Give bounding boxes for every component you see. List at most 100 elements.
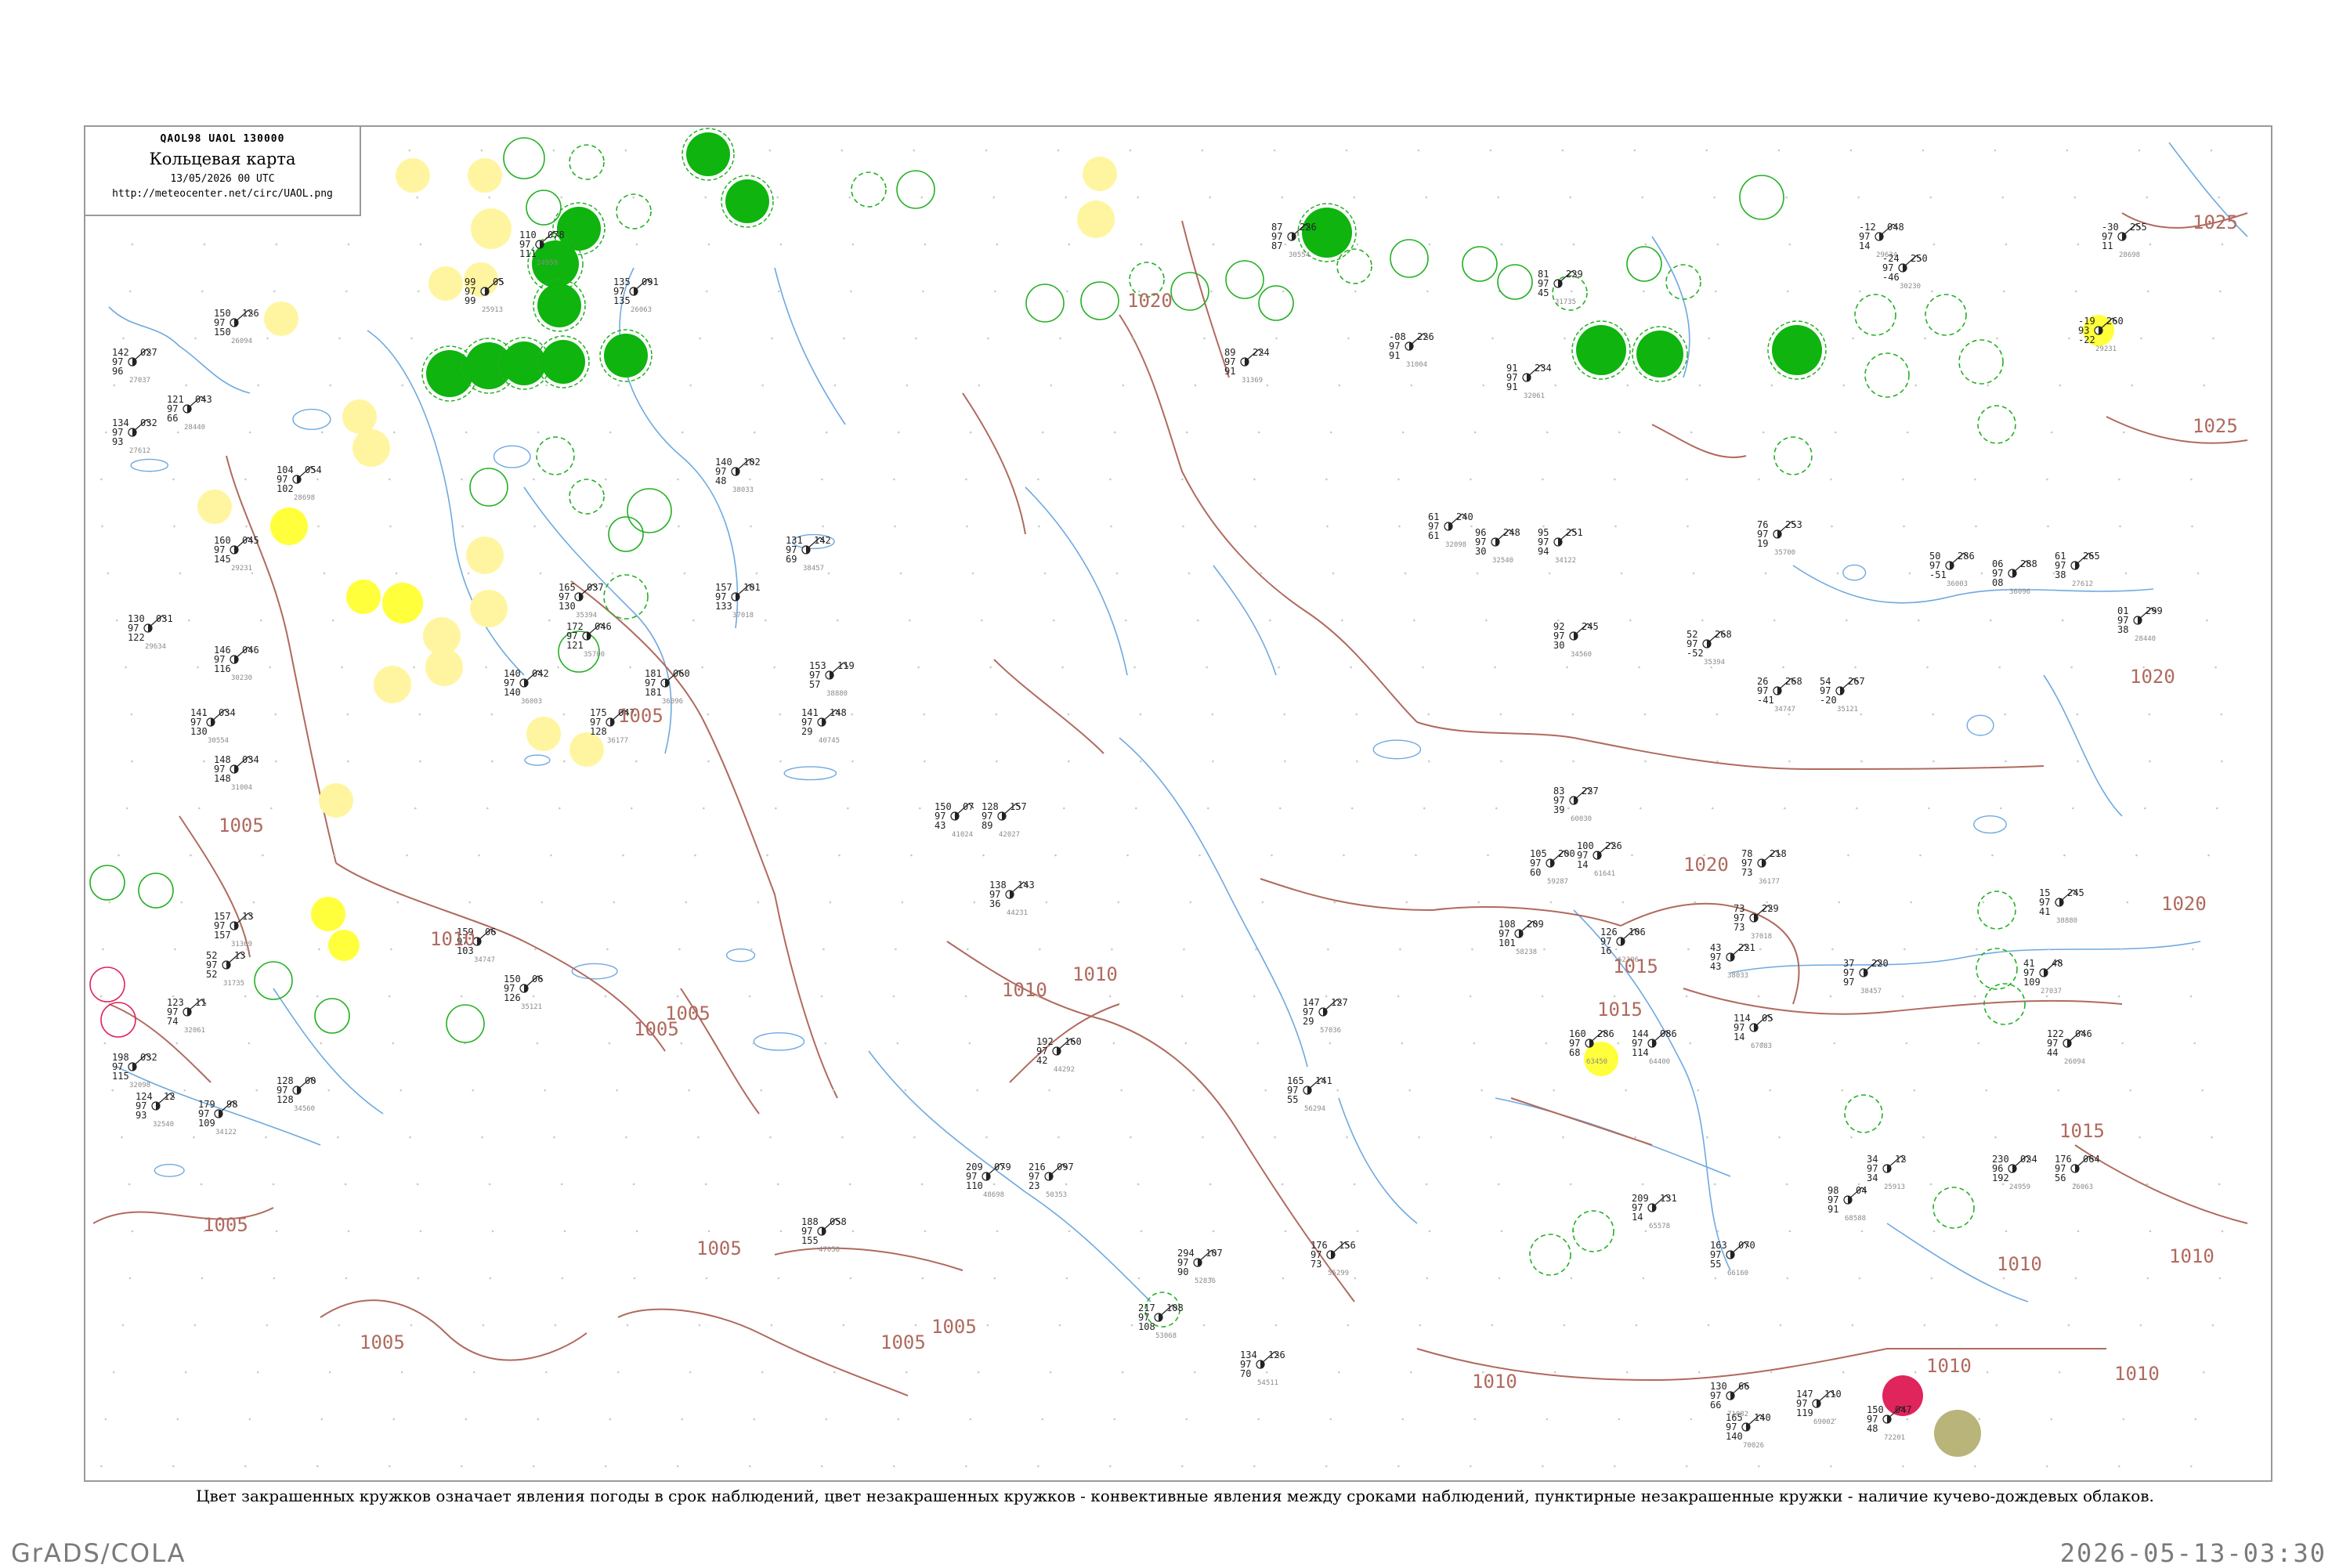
station-index: 31735 bbox=[1555, 298, 1576, 306]
grid-dot bbox=[750, 948, 753, 951]
grid-dot bbox=[1924, 337, 1926, 340]
station-value-bottom: 192 bbox=[1992, 1172, 2009, 1183]
grid-dot bbox=[1569, 196, 1571, 199]
station-value-right: 110 bbox=[1824, 1389, 1842, 1400]
pale-circle bbox=[470, 590, 508, 627]
grid-dot bbox=[2046, 478, 2048, 481]
grid-dot bbox=[1041, 1418, 1044, 1421]
grid-dot bbox=[915, 337, 917, 340]
precip-circle bbox=[1636, 331, 1683, 378]
grid-dot bbox=[704, 196, 707, 199]
station-value-bottom: 36 bbox=[989, 898, 1000, 909]
station-plot: 134971267054511 bbox=[1240, 1349, 1285, 1387]
station-value-right: 108 bbox=[1166, 1302, 1184, 1313]
grid-dot bbox=[1854, 666, 1856, 669]
grid-dot bbox=[320, 1042, 323, 1045]
station-plot: 2099707911048698 bbox=[966, 1162, 1011, 1199]
grid-dot bbox=[1785, 1183, 1788, 1186]
grid-dot bbox=[1545, 1042, 1548, 1045]
station-index: 31735 bbox=[223, 980, 244, 988]
station-value-bottom: 96 bbox=[112, 366, 123, 377]
convective-ring bbox=[138, 873, 174, 909]
station-value-right: 058 bbox=[830, 1216, 847, 1227]
isobar-label: 1010 bbox=[2114, 1363, 2160, 1385]
grid-dot bbox=[1635, 1324, 1638, 1327]
station-index: 28698 bbox=[2119, 251, 2140, 259]
grid-dot bbox=[1345, 149, 1348, 152]
station-index: 68588 bbox=[1845, 1215, 1866, 1223]
grid-dot bbox=[704, 1183, 707, 1186]
grid-dot bbox=[172, 478, 175, 481]
grid-dot bbox=[2077, 760, 2079, 763]
grid-dot bbox=[769, 1136, 772, 1139]
grid-dot bbox=[338, 1324, 341, 1327]
grid-dot bbox=[967, 948, 969, 951]
station-index: 29231 bbox=[2095, 345, 2117, 353]
grid-dot bbox=[914, 1324, 917, 1327]
grid-dot bbox=[1842, 384, 1846, 387]
grid-dot bbox=[413, 666, 415, 669]
station-value-bottom: 102 bbox=[277, 483, 294, 494]
grid-dot bbox=[1922, 1136, 1925, 1139]
station-index: 34747 bbox=[474, 956, 495, 964]
grid-dot bbox=[1197, 619, 1199, 622]
grid-dot bbox=[1423, 807, 1426, 810]
station-value-right: 037 bbox=[587, 582, 604, 593]
station-value-right: 226 bbox=[1417, 331, 1434, 342]
grid-dot bbox=[275, 1230, 278, 1233]
grid-dot bbox=[2211, 1136, 2213, 1139]
station-value-bottom: 128 bbox=[277, 1094, 294, 1105]
grid-dot bbox=[968, 1042, 971, 1045]
grid-dot bbox=[1041, 431, 1044, 434]
station-value-right: 119 bbox=[837, 660, 855, 671]
grid-dot bbox=[892, 995, 895, 998]
grid-dot bbox=[2062, 619, 2064, 622]
station-value-bottom: 109 bbox=[2023, 977, 2041, 988]
station-value-bottom: 126 bbox=[504, 992, 521, 1003]
cumulonimbus-ring bbox=[603, 574, 649, 620]
grid-dot bbox=[179, 572, 182, 575]
grid-dot bbox=[1054, 854, 1057, 857]
station-value-right: 221 bbox=[1738, 942, 1755, 953]
station-value-right: 078 bbox=[548, 229, 565, 240]
grid-dot bbox=[635, 1230, 638, 1233]
isobar-line bbox=[2074, 1144, 2248, 1224]
grid-dot bbox=[921, 1277, 924, 1280]
grid-dot bbox=[416, 196, 418, 199]
grid-dot bbox=[986, 1324, 989, 1327]
station-value-right: 070 bbox=[1738, 1240, 1755, 1251]
grid-dot bbox=[996, 760, 998, 763]
grid-dot bbox=[1269, 619, 1271, 622]
grid-dot bbox=[1569, 1183, 1572, 1186]
grid-dot bbox=[1329, 1418, 1332, 1421]
grid-dot bbox=[2216, 807, 2218, 810]
grid-dot bbox=[2138, 149, 2141, 152]
precip-circle bbox=[537, 284, 581, 327]
grid-dot bbox=[1758, 478, 1760, 481]
grid-dot bbox=[1901, 995, 1904, 998]
grid-dot bbox=[608, 1042, 611, 1045]
grid-dot bbox=[848, 1183, 851, 1186]
station-plot: 176971567355299 bbox=[1311, 1240, 1356, 1277]
grid-dot bbox=[773, 666, 776, 669]
station-value-right: 157 bbox=[1010, 801, 1027, 812]
grid-dot bbox=[2118, 478, 2120, 481]
station-value-right: 13 bbox=[242, 911, 253, 922]
station-value-bottom: 41 bbox=[2039, 906, 2050, 917]
grid-dot bbox=[904, 1089, 906, 1092]
station-value-bottom: 73 bbox=[1741, 867, 1752, 878]
rivers-layer bbox=[108, 142, 2248, 1302]
grid-dot bbox=[323, 572, 326, 575]
grid-dot bbox=[128, 1183, 131, 1186]
grid-dot bbox=[2146, 1183, 2149, 1186]
grid-dot bbox=[2203, 384, 2206, 387]
grid-dot bbox=[707, 760, 710, 763]
grid-dot bbox=[388, 995, 391, 998]
grid-dot bbox=[923, 713, 926, 716]
grid-dot bbox=[2139, 1324, 2142, 1327]
grid-dot bbox=[347, 760, 349, 763]
grid-dot bbox=[1497, 196, 1499, 199]
grid-dot bbox=[562, 713, 566, 716]
grid-dot bbox=[1638, 666, 1640, 669]
grid-dot bbox=[480, 149, 483, 152]
